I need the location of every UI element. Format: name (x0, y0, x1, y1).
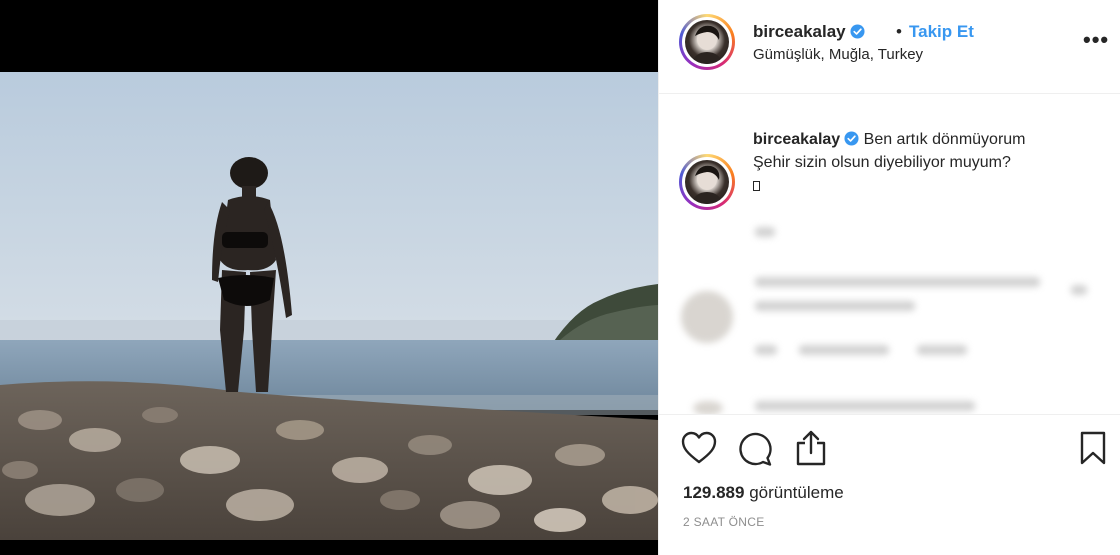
obscured-comments (659, 215, 1120, 415)
verified-badge-icon (844, 131, 859, 146)
caption-username[interactable]: birceakalay (753, 131, 840, 148)
verified-badge-icon (850, 24, 865, 39)
unsupported-glyph-icon (753, 181, 760, 191)
author-username[interactable]: birceakalay (753, 22, 865, 42)
comment-icon[interactable] (737, 431, 773, 467)
post-location[interactable]: Gümüşlük, Muğla, Turkey (753, 46, 923, 63)
avatar-photo-icon (691, 165, 723, 204)
follow-button[interactable]: Takip Et (909, 22, 974, 42)
caption-author-avatar[interactable] (679, 154, 735, 210)
caption-text-line2: Şehir sizin olsun diyebiliyor muyum? (753, 154, 1011, 171)
view-count-number: 129.889 (683, 483, 745, 502)
post-timestamp[interactable]: 2 SAAT ÖNCE (683, 515, 765, 529)
author-avatar[interactable] (679, 14, 735, 70)
caption-text-line1: Ben artık dönmüyorum (863, 131, 1026, 148)
post-header: birceakalay • Takip Et Gümüşlük, Muğla, … (659, 0, 1120, 94)
share-icon[interactable] (793, 429, 829, 467)
post-actions: 129.889 görüntüleme 2 SAAT ÖNCE (659, 414, 1120, 555)
avatar-photo-icon (691, 25, 723, 64)
view-count-label: görüntüleme (749, 483, 844, 502)
post-caption: birceakalay Ben artık dönmüyorum Şehir s… (753, 128, 1103, 197)
more-options-icon[interactable]: ••• (1083, 29, 1109, 51)
view-count[interactable]: 129.889 görüntüleme (683, 483, 844, 503)
post-details-panel: birceakalay • Takip Et Gümüşlük, Muğla, … (658, 0, 1120, 555)
post-media-video[interactable] (0, 0, 658, 555)
beach-scene-image (0, 0, 658, 555)
heart-icon[interactable] (681, 431, 717, 465)
username-link[interactable]: birceakalay (753, 22, 846, 41)
bookmark-icon[interactable] (1079, 431, 1107, 465)
separator-dot: • (896, 22, 902, 41)
